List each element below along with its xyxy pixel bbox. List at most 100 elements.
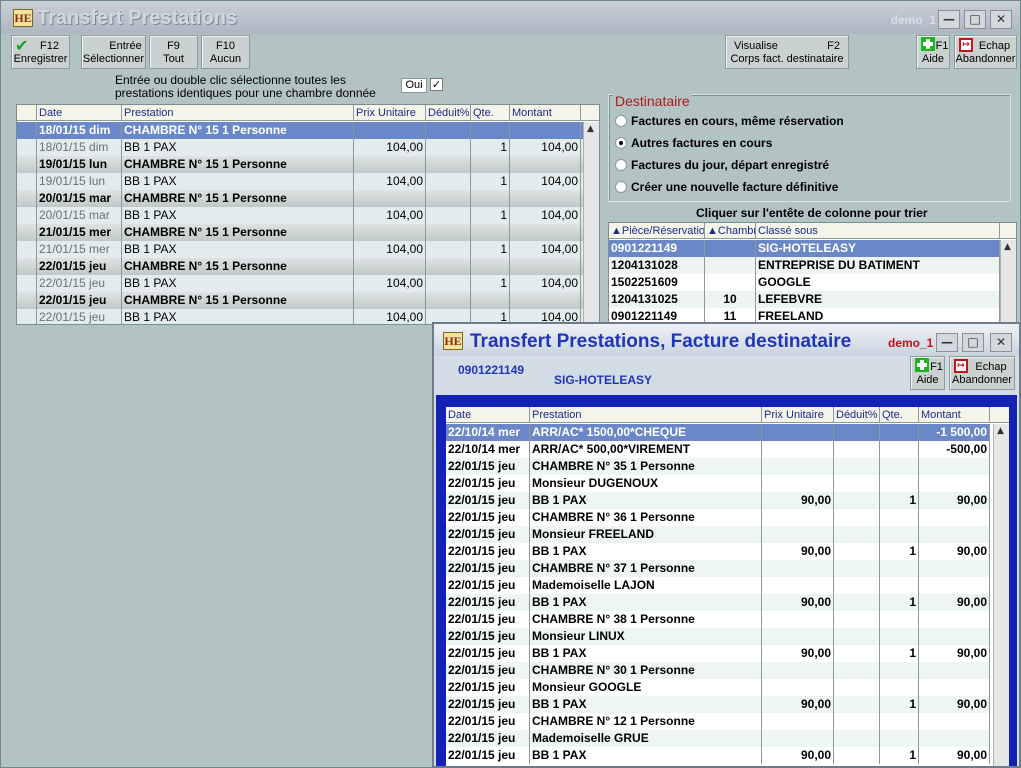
visualise-button[interactable]: Visualise F2 Corps fact. destinataire — [725, 35, 849, 69]
invoice-line-row[interactable]: 22/01/15 jeu Monsieur GOOGLE — [446, 679, 990, 696]
table-row[interactable]: 18/01/15 dim BB 1 PAX 104,00 1 104,00 — [17, 139, 583, 156]
table-row[interactable]: 19/01/15 lun CHAMBRE N° 15 1 Personne — [17, 156, 583, 173]
destinataire-option-4[interactable]: Créer une nouvelle facture définitive — [615, 180, 995, 196]
invoice-row[interactable]: 1502251609 GOOGLE — [609, 274, 1000, 291]
invoice-row[interactable]: 0901221149 SIG-HOTELEASY — [609, 240, 1000, 257]
invoice-line-row[interactable]: 22/10/14 mer ARR/AC* 1500,00*CHEQUE -1 500… — [446, 424, 990, 441]
cell-date: 22/01/15 jeu — [446, 475, 530, 492]
select-button[interactable]: Entrée Sélectionner — [81, 35, 146, 69]
table-row[interactable]: 21/01/15 mer BB 1 PAX 104,00 1 104,00 — [17, 241, 583, 258]
radio-icon[interactable] — [615, 137, 627, 149]
cell-qte — [880, 509, 919, 526]
cell-prestation: CHAMBRE N° 36 1 Personne — [530, 509, 762, 526]
radio-icon[interactable] — [615, 159, 627, 171]
invoice-line-row[interactable]: 22/01/15 jeu BB 1 PAX 90,00 1 90,00 — [446, 492, 990, 509]
col-montant[interactable]: Montant — [510, 105, 581, 121]
cancel-button[interactable]: ↦ Echap Abandonner — [954, 35, 1017, 69]
cell-prestation: BB 1 PAX — [122, 139, 354, 156]
popup-maximize-button[interactable]: □ — [962, 333, 984, 352]
table-row[interactable]: 20/01/15 mar BB 1 PAX 104,00 1 104,00 — [17, 207, 583, 224]
row-marker — [17, 207, 37, 224]
invoices-scrollbar[interactable]: ▲ — [1000, 240, 1016, 324]
invoice-line-row[interactable]: 22/01/15 jeu CHAMBRE N° 30 1 Personne — [446, 662, 990, 679]
col-qte[interactable]: Qte. — [880, 407, 919, 423]
invoice-line-row[interactable]: 22/01/15 jeu CHAMBRE N° 35 1 Personne — [446, 458, 990, 475]
select-none-button[interactable]: F10 Aucun — [201, 35, 250, 69]
maximize-button[interactable]: □ — [964, 10, 986, 29]
col-prestation[interactable]: Prestation — [122, 105, 354, 121]
cell-prix — [762, 475, 834, 492]
cell-prix — [762, 424, 834, 441]
table-row[interactable]: 22/01/15 jeu CHAMBRE N° 15 1 Personne — [17, 292, 583, 309]
prestations-scrollbar[interactable]: ▲ — [583, 122, 599, 324]
cell-prix — [762, 441, 834, 458]
invoice-line-row[interactable]: 22/01/15 jeu Mademoiselle GRUE — [446, 730, 990, 747]
col-classe[interactable]: Classé sous — [756, 223, 1000, 239]
select-all-button[interactable]: F9 Tout — [149, 35, 198, 69]
col-date[interactable]: Date — [446, 407, 530, 423]
cell-prix — [762, 577, 834, 594]
invoice-line-row[interactable]: 22/01/15 jeu BB 1 PAX 90,00 1 90,00 — [446, 645, 990, 662]
popup-close-button[interactable]: ✕ — [990, 333, 1012, 352]
popup-minimize-button[interactable]: — — [936, 333, 958, 352]
invoice-lines-scrollbar[interactable]: ▲ — [993, 424, 1009, 766]
save-button[interactable]: ✔ F12 Enregistrer — [11, 35, 70, 69]
invoice-line-row[interactable]: 22/01/15 jeu CHAMBRE N° 12 1 Personne — [446, 713, 990, 730]
minimize-button[interactable]: — — [938, 10, 960, 29]
row-marker — [17, 241, 37, 258]
col-prestation[interactable]: Prestation — [530, 407, 762, 423]
close-button[interactable]: ✕ — [990, 10, 1012, 29]
popup-help-button[interactable]: F1 Aide — [910, 356, 945, 390]
invoice-line-row[interactable]: 22/01/15 jeu Monsieur FREELAND — [446, 526, 990, 543]
table-row[interactable]: 19/01/15 lun BB 1 PAX 104,00 1 104,00 — [17, 173, 583, 190]
col-prix[interactable]: Prix Unitaire — [354, 105, 426, 121]
invoice-line-row[interactable]: 22/01/15 jeu Mademoiselle LAJON — [446, 577, 990, 594]
cell-montant — [510, 190, 581, 207]
invoice-line-row[interactable]: 22/01/15 jeu BB 1 PAX 90,00 1 90,00 — [446, 696, 990, 713]
table-row[interactable]: 18/01/15 dim CHAMBRE N° 15 1 Personne — [17, 122, 583, 139]
invoice-row[interactable]: 1204131025 10 LEFEBVRE — [609, 291, 1000, 308]
col-deduit[interactable]: Déduit% — [834, 407, 880, 423]
col-qte[interactable]: Qte. — [471, 105, 510, 121]
cell-deduit — [426, 139, 471, 156]
oui-field[interactable]: Oui — [401, 78, 427, 93]
radio-icon[interactable] — [615, 115, 627, 127]
invoice-line-row[interactable]: 22/01/15 jeu Monsieur LINUX — [446, 628, 990, 645]
invoice-line-row[interactable]: 22/01/15 jeu BB 1 PAX 90,00 1 90,00 — [446, 543, 990, 560]
table-row[interactable]: 22/01/15 jeu CHAMBRE N° 15 1 Personne — [17, 258, 583, 275]
invoice-line-row[interactable]: 22/01/15 jeu BB 1 PAX 90,00 1 90,00 — [446, 747, 990, 764]
destinataire-option-1[interactable]: Factures en cours, même réservation — [615, 114, 995, 130]
destinataire-option-3[interactable]: Factures du jour, départ enregistré — [615, 158, 995, 174]
cell-prix: 90,00 — [762, 696, 834, 713]
col-piece[interactable]: ▲Pièce/Réservatio — [609, 223, 705, 239]
cell-montant: 90,00 — [919, 594, 990, 611]
table-row[interactable]: 20/01/15 mar CHAMBRE N° 15 1 Personne — [17, 190, 583, 207]
invoice-line-row[interactable]: 22/01/15 jeu CHAMBRE N° 36 1 Personne — [446, 509, 990, 526]
radio-icon[interactable] — [615, 181, 627, 193]
row-marker — [17, 139, 37, 156]
col-prix[interactable]: Prix Unitaire — [762, 407, 834, 423]
same-room-checkbox[interactable]: ✓ — [430, 78, 443, 91]
invoice-line-row[interactable]: 22/10/14 mer ARR/AC* 500,00*VIREMENT -500,… — [446, 441, 990, 458]
col-chambre[interactable]: ▲Chambr — [705, 223, 756, 239]
invoice-line-row[interactable]: 22/01/15 jeu CHAMBRE N° 38 1 Personne — [446, 611, 990, 628]
invoice-line-row[interactable]: 22/01/15 jeu CHAMBRE N° 37 1 Personne — [446, 560, 990, 577]
col-montant[interactable]: Montant — [919, 407, 990, 423]
table-row[interactable]: 22/01/15 jeu BB 1 PAX 104,00 1 104,00 — [17, 275, 583, 292]
popup-cancel-button[interactable]: ↦ Echap Abandonner — [949, 356, 1015, 390]
destinataire-option-2[interactable]: Autres factures en cours — [615, 136, 995, 152]
cell-classe: GOOGLE — [756, 274, 1000, 291]
cell-montant — [510, 156, 581, 173]
help-button[interactable]: F1 Aide — [916, 35, 950, 69]
row-marker — [17, 122, 37, 139]
popup-grid-frame: Date Prestation Prix Unitaire Déduit% Qt… — [436, 395, 1017, 766]
invoice-line-row[interactable]: 22/01/15 jeu Monsieur DUGENOUX — [446, 475, 990, 492]
col-deduit[interactable]: Déduit% — [426, 105, 471, 121]
col-date[interactable]: Date — [37, 105, 122, 121]
cell-montant — [919, 679, 990, 696]
invoice-line-row[interactable]: 22/01/15 jeu BB 1 PAX 90,00 1 90,00 — [446, 594, 990, 611]
cell-prestation: ARR/AC* 1500,00*CHEQUE — [530, 424, 762, 441]
table-row[interactable]: 21/01/15 mer CHAMBRE N° 15 1 Personne — [17, 224, 583, 241]
invoice-row[interactable]: 1204131028 ENTREPRISE DU BATIMENT — [609, 257, 1000, 274]
cell-prix: 90,00 — [762, 543, 834, 560]
